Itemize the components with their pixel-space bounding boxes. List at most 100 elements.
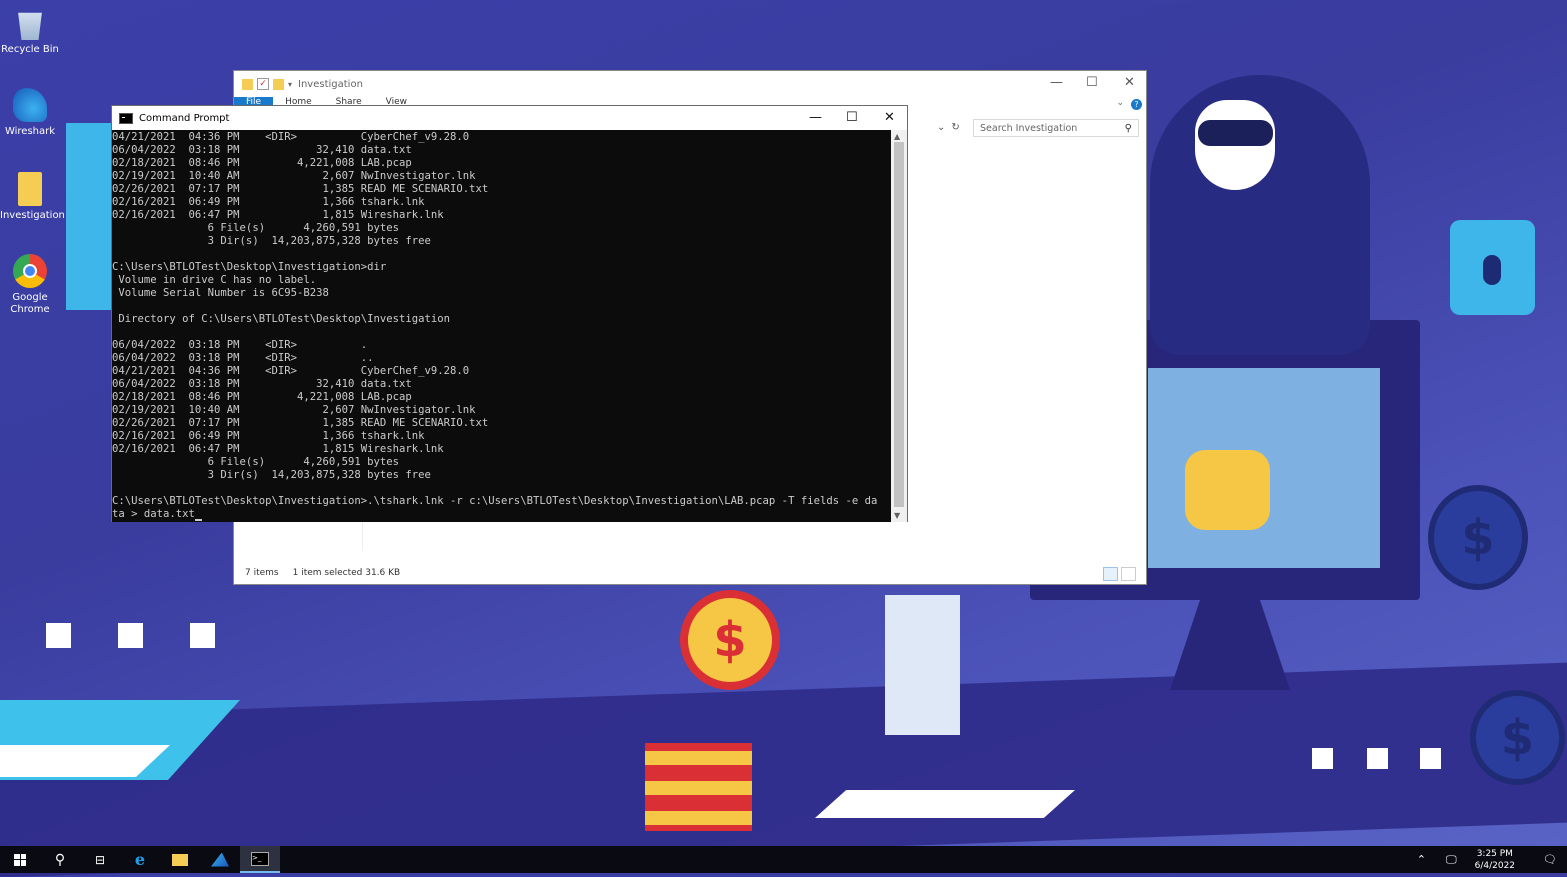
chevron-down-icon[interactable]: ⌄ bbox=[937, 122, 945, 133]
terminal-line: 02/16/2021 06:49 PM 1,366 tshark.lnk bbox=[112, 196, 425, 208]
terminal-line: 02/19/2021 10:40 AM 2,607 NwInvestigator… bbox=[112, 170, 476, 182]
folder-icon bbox=[18, 172, 42, 206]
scroll-down-icon[interactable]: ▼ bbox=[894, 511, 900, 520]
terminal-line: C:\Users\BTLOTest\Desktop\Investigation>… bbox=[112, 261, 387, 273]
search-icon: ⚲ bbox=[54, 851, 66, 868]
close-button[interactable]: ✕ bbox=[884, 110, 895, 125]
search-button[interactable]: ⚲ bbox=[40, 846, 80, 873]
wireshark-icon bbox=[211, 852, 229, 867]
wallpaper-lock-icon bbox=[1450, 220, 1535, 315]
cmd-title: Command Prompt bbox=[139, 112, 230, 124]
wallpaper-padlock-icon bbox=[1185, 450, 1270, 530]
taskbar-file-explorer[interactable] bbox=[160, 846, 200, 873]
terminal-text: 04/21/2021 04:36 PM <DIR> CyberChef_v9.2… bbox=[112, 130, 892, 521]
wallpaper-coin-icon: $ bbox=[680, 590, 780, 690]
maximize-button[interactable]: ☐ bbox=[846, 110, 858, 125]
desktop-icon-label: Google Chrome bbox=[10, 292, 50, 315]
terminal-line: Directory of C:\Users\BTLOTest\Desktop\I… bbox=[112, 313, 451, 325]
scrollbar-thumb[interactable] bbox=[894, 142, 904, 507]
item-count: 7 items bbox=[245, 568, 279, 578]
terminal-line: 02/26/2021 07:17 PM 1,385 READ ME SCENAR… bbox=[112, 183, 489, 195]
wallpaper-monitor-stand bbox=[1170, 600, 1290, 690]
command-prompt-icon bbox=[119, 112, 133, 124]
task-view-button[interactable]: ⊟ bbox=[80, 846, 120, 873]
wallpaper-coin-icon: $ bbox=[1470, 690, 1565, 785]
clock-date: 6/4/2022 bbox=[1474, 860, 1516, 871]
terminal-line: ta > data.txt bbox=[112, 508, 195, 520]
minimize-button[interactable]: — bbox=[809, 110, 822, 125]
chevron-down-icon[interactable]: ▾ bbox=[288, 80, 292, 89]
wallpaper-coin-icon: $ bbox=[1428, 485, 1528, 590]
wallpaper-square bbox=[118, 623, 143, 648]
taskbar: ⚲ ⊟ e >_ ⌃ 🖵 3:25 PM 6/4/2022 🗨 bbox=[0, 846, 1567, 873]
chevron-up-icon[interactable]: ⌃ bbox=[1417, 853, 1426, 866]
command-prompt-window[interactable]: Command Prompt — ☐ ✕ 04/21/2021 04:36 PM… bbox=[111, 105, 908, 522]
wallpaper-square bbox=[1420, 748, 1441, 769]
notifications-icon[interactable]: 🗨 bbox=[1543, 853, 1557, 866]
status-bar: 7 items 1 item selected 31.6 KB bbox=[234, 562, 1146, 584]
clock[interactable]: 3:25 PM 6/4/2022 bbox=[1475, 848, 1515, 872]
taskbar-internet-explorer[interactable]: e bbox=[120, 846, 160, 873]
search-placeholder: Search Investigation bbox=[980, 123, 1078, 134]
wallpaper-square bbox=[190, 623, 215, 648]
help-icon[interactable]: ? bbox=[1131, 99, 1142, 110]
taskbar-command-prompt[interactable]: >_ bbox=[240, 846, 280, 873]
terminal-line: 02/18/2021 08:46 PM 4,221,008 LAB.pcap bbox=[112, 391, 412, 403]
terminal-line: 06/04/2022 03:18 PM <DIR> . bbox=[112, 339, 368, 351]
file-explorer-icon bbox=[172, 853, 188, 866]
desktop-icon-chrome[interactable]: Google Chrome bbox=[0, 254, 60, 316]
selection-info: 1 item selected 31.6 KB bbox=[292, 568, 401, 578]
start-button[interactable] bbox=[0, 846, 40, 873]
new-folder-icon[interactable] bbox=[273, 78, 284, 90]
wallpaper-band bbox=[0, 662, 1567, 877]
terminal-line: 06/04/2022 03:18 PM 32,410 data.txt bbox=[112, 144, 412, 156]
terminal-line: 02/19/2021 10:40 AM 2,607 NwInvestigator… bbox=[112, 404, 476, 416]
terminal-line: 6 File(s) 4,260,591 bytes bbox=[112, 456, 400, 468]
folder-icon bbox=[242, 78, 253, 90]
network-icon[interactable]: 🖵 bbox=[1446, 853, 1457, 867]
wallpaper-square bbox=[1312, 748, 1333, 769]
desktop-icon-label: Investigation bbox=[0, 210, 65, 221]
terminal-line: Volume in drive C has no label. bbox=[112, 274, 317, 286]
internet-explorer-icon: e bbox=[134, 850, 146, 869]
search-icon: ⚲ bbox=[1124, 123, 1132, 134]
desktop-icon-wireshark[interactable]: Wireshark bbox=[0, 88, 60, 138]
wallpaper-figure-legs bbox=[885, 595, 960, 735]
wallpaper-hacker-mask bbox=[1198, 120, 1273, 146]
refresh-icon[interactable]: ↻ bbox=[951, 122, 959, 133]
terminal-line: 02/16/2021 06:47 PM 1,815 Wireshark.lnk bbox=[112, 443, 444, 455]
terminal-output[interactable]: 04/21/2021 04:36 PM <DIR> CyberChef_v9.2… bbox=[112, 130, 892, 522]
address-controls: ⌄ ↻ bbox=[937, 122, 960, 133]
system-tray: ⌃ 🖵 3:25 PM 6/4/2022 🗨 bbox=[1407, 846, 1567, 873]
terminal-line: 3 Dir(s) 14,203,875,328 bytes free bbox=[112, 469, 431, 481]
wallpaper-square bbox=[46, 623, 71, 648]
wallpaper-coin-stack bbox=[645, 743, 752, 831]
details-view-button[interactable] bbox=[1103, 567, 1118, 581]
command-prompt-icon: >_ bbox=[251, 851, 269, 866]
properties-icon[interactable]: ✓ bbox=[257, 78, 269, 90]
expand-ribbon-icon[interactable]: ⌄ bbox=[1116, 98, 1124, 108]
large-icons-view-button[interactable] bbox=[1121, 567, 1136, 581]
close-button[interactable]: ✕ bbox=[1124, 75, 1135, 90]
scrollbar[interactable]: ▲ ▼ bbox=[891, 130, 907, 522]
explorer-titlebar[interactable]: ✓ ▾ Investigation bbox=[234, 71, 1146, 97]
desktop-icon-label: Wireshark bbox=[4, 126, 56, 137]
scroll-up-icon[interactable]: ▲ bbox=[894, 132, 900, 141]
minimize-button[interactable]: — bbox=[1050, 75, 1063, 90]
search-input[interactable]: Search Investigation ⚲ bbox=[973, 119, 1139, 137]
wallpaper-shape bbox=[815, 790, 1075, 818]
cmd-titlebar[interactable]: Command Prompt bbox=[112, 106, 907, 130]
terminal-cursor bbox=[194, 519, 202, 521]
desktop-icon-investigation[interactable]: Investigation bbox=[0, 172, 65, 222]
chrome-icon bbox=[13, 254, 47, 288]
taskbar-wireshark[interactable] bbox=[200, 846, 240, 873]
maximize-button[interactable]: ☐ bbox=[1086, 75, 1098, 90]
clock-time: 3:25 PM bbox=[1476, 848, 1513, 859]
terminal-line: 02/16/2021 06:49 PM 1,366 tshark.lnk bbox=[112, 430, 425, 442]
desktop-icon-recycle-bin[interactable]: Recycle Bin bbox=[0, 6, 60, 56]
terminal-line: C:\Users\BTLOTest\Desktop\Investigation>… bbox=[112, 495, 878, 507]
terminal-line: 06/04/2022 03:18 PM <DIR> .. bbox=[112, 352, 374, 364]
desktop-icon-label: Recycle Bin bbox=[1, 44, 59, 55]
windows-icon bbox=[14, 853, 26, 866]
terminal-line: 02/18/2021 08:46 PM 4,221,008 LAB.pcap bbox=[112, 157, 412, 169]
